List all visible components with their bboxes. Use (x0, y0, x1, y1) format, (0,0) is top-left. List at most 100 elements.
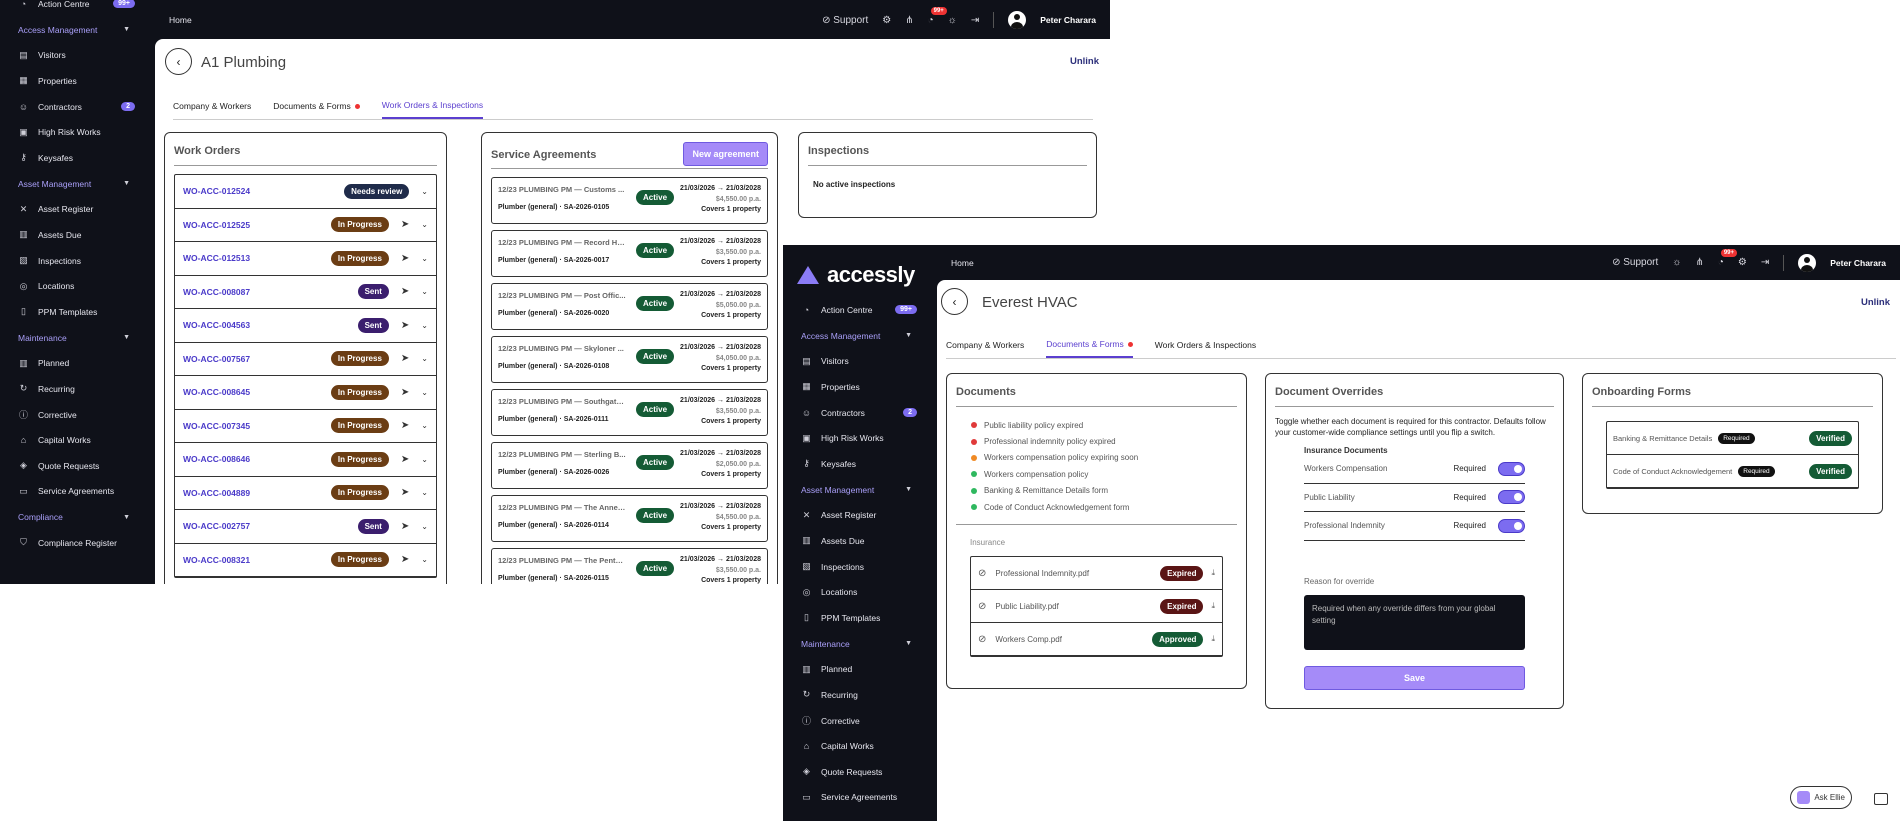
sun-icon[interactable]: ☼ (948, 15, 957, 26)
unlink-button[interactable]: Unlink (1861, 297, 1890, 308)
agreement-card[interactable]: 12/23 PLUMBING PM — Record Hq... Plumber … (491, 230, 768, 277)
chevron-down-icon[interactable]: ⌄ (421, 455, 428, 464)
agreement-card[interactable]: 12/23 PLUMBING PM — Sterling B... Plumber… (491, 442, 768, 489)
sidebar-item[interactable]: ▤ Visitors (783, 349, 937, 375)
bell-icon[interactable]: ◔ 99+ (1718, 249, 1738, 268)
chevron-down-icon[interactable]: ⌄ (421, 187, 428, 196)
user-name[interactable]: Peter Charara (1830, 258, 1886, 268)
agreement-card[interactable]: 12/23 PLUMBING PM — Southgate... Plumber … (491, 389, 768, 436)
file-row[interactable]: ⊘ Workers Comp.pdf Approved ⤓ (971, 623, 1222, 657)
file-row[interactable]: ⊘ Professional Indemnity.pdf Expired ⤓ (971, 557, 1222, 591)
sidebar-item[interactable]: ▯ PPM Templates (0, 299, 155, 325)
chevron-down-icon[interactable]: ⌄ (421, 421, 428, 430)
ask-ellie-button[interactable]: Ask Ellie (1790, 786, 1852, 809)
sidebar-item[interactable]: ☺ Contractors 2 (0, 94, 155, 120)
send-icon[interactable]: ➤ (401, 487, 409, 498)
sidebar-item[interactable]: ▥ Assets Due (0, 222, 155, 248)
sidebar-item[interactable]: ✕ Asset Register (0, 197, 155, 223)
chevron-down-icon[interactable]: ⌄ (421, 388, 428, 397)
gear-icon[interactable]: ⚙ (882, 15, 891, 26)
send-icon[interactable]: ➤ (401, 521, 409, 532)
work-order-row[interactable]: WO-ACC-007345 In Progress ➤ ⌄ (175, 410, 436, 443)
work-order-id[interactable]: WO-ACC-008087 (183, 287, 250, 297)
sidebar-item[interactable]: ◔ Action Centre 99+ (783, 297, 937, 323)
user-name[interactable]: Peter Charara (1040, 15, 1096, 25)
sidebar-item[interactable]: ◈ Quote Requests (783, 759, 937, 785)
sidebar-item[interactable]: ▦ Properties (783, 374, 937, 400)
send-icon[interactable]: ➤ (401, 387, 409, 398)
chevron-down-icon[interactable]: ⌄ (421, 555, 428, 564)
work-order-row[interactable]: WO-ACC-007567 In Progress ➤ ⌄ (175, 343, 436, 376)
sidebar-item[interactable]: ↻ Recurring (0, 376, 155, 402)
form-name[interactable]: Banking & Remittance Details (1613, 434, 1712, 443)
tab[interactable]: Company & Workers (946, 339, 1024, 358)
agreement-card[interactable]: 12/23 PLUMBING PM — Customs ... Plumber (… (491, 177, 768, 224)
sidebar-item[interactable]: ⌂ Capital Works (0, 427, 155, 453)
download-icon[interactable]: ⤓ (1211, 601, 1215, 611)
form-name[interactable]: Code of Conduct Acknowledgement (1613, 467, 1732, 476)
sidebar-section[interactable]: Compliance ▼ (0, 504, 155, 530)
agreement-card[interactable]: 12/23 PLUMBING PM — The Penth... Plumber … (491, 548, 768, 584)
sidebar-item[interactable]: ⛉ Compliance Register (0, 530, 155, 556)
sidebar-item[interactable]: ↻ Recurring (783, 682, 937, 708)
sidebar-section[interactable]: Asset Management ▼ (0, 171, 155, 197)
tab[interactable]: Company & Workers (173, 100, 251, 119)
logout-icon[interactable]: ⇥ (1761, 257, 1769, 268)
new-agreement-button[interactable]: New agreement (683, 142, 768, 166)
work-order-id[interactable]: WO-ACC-004889 (183, 488, 250, 498)
file-row[interactable]: ⊘ Public Liability.pdf Expired ⤓ (971, 590, 1222, 624)
back-button[interactable]: ‹ (941, 288, 968, 315)
work-order-row[interactable]: WO-ACC-012513 In Progress ➤ ⌄ (175, 242, 436, 276)
sidebar-item[interactable]: ▧ Inspections (783, 554, 937, 580)
chevron-down-icon[interactable]: ⌄ (421, 254, 428, 263)
work-order-id[interactable]: WO-ACC-008321 (183, 555, 250, 565)
chevron-down-icon[interactable]: ⌄ (421, 488, 428, 497)
agreement-card[interactable]: 12/23 PLUMBING PM — Post Offic... Plumber… (491, 283, 768, 330)
work-order-row[interactable]: WO-ACC-008321 In Progress ➤ ⌄ (175, 544, 436, 577)
download-icon[interactable]: ⤓ (1211, 568, 1215, 578)
work-order-row[interactable]: WO-ACC-008646 In Progress ➤ ⌄ (175, 443, 436, 477)
support-link[interactable]: ⊘ Support (1612, 257, 1658, 268)
send-icon[interactable]: ➤ (401, 253, 409, 264)
agreement-card[interactable]: 12/23 PLUMBING PM — Skyloner ... Plumber … (491, 336, 768, 383)
sidebar-item[interactable]: ▥ Planned (783, 657, 937, 683)
tab[interactable]: Work Orders & Inspections (1155, 339, 1256, 358)
sidebar-section[interactable]: Access Management ▼ (783, 323, 937, 349)
chevron-down-icon[interactable]: ⌄ (421, 220, 428, 229)
chevron-down-icon[interactable]: ⌄ (421, 522, 428, 531)
sidebar-item[interactable]: ⓘ Corrective (0, 402, 155, 428)
sidebar-item[interactable]: ▣ High Risk Works (0, 119, 155, 145)
reason-textarea[interactable]: Required when any override differs from … (1304, 594, 1525, 650)
tab[interactable]: Work Orders & Inspections (381, 100, 484, 119)
sidebar-item[interactable]: ⓘ Corrective (783, 708, 937, 734)
avatar[interactable] (1008, 11, 1027, 29)
sidebar-section[interactable]: Maintenance ▼ (783, 631, 937, 657)
work-order-row[interactable]: WO-ACC-012525 In Progress ➤ ⌄ (175, 209, 436, 242)
avatar[interactable] (1798, 253, 1817, 272)
work-order-id[interactable]: WO-ACC-012513 (183, 253, 250, 263)
sidebar-item[interactable]: ✕ Asset Register (783, 503, 937, 529)
work-order-row[interactable]: WO-ACC-004889 In Progress ➤ ⌄ (175, 477, 436, 510)
required-toggle[interactable] (1498, 461, 1525, 476)
work-order-row[interactable]: WO-ACC-008645 In Progress ➤ ⌄ (175, 376, 436, 410)
tab[interactable]: Documents & Forms (1046, 339, 1133, 358)
send-icon[interactable]: ➤ (401, 353, 409, 364)
required-toggle[interactable] (1498, 518, 1525, 533)
work-order-row[interactable]: WO-ACC-004563 Sent ➤ ⌄ (175, 309, 436, 343)
sidebar-item[interactable]: ◔ Action Centre 99+ (0, 0, 155, 17)
send-icon[interactable]: ➤ (401, 454, 409, 465)
chevron-down-icon[interactable]: ⌄ (421, 354, 428, 363)
logo[interactable]: accessly (783, 245, 937, 291)
sidebar-section[interactable]: Maintenance ▼ (0, 325, 155, 351)
sidebar-item[interactable]: ▧ Inspections (0, 248, 155, 274)
work-order-id[interactable]: WO-ACC-007567 (183, 354, 250, 364)
sidebar-item[interactable]: ⚷ Keysafes (783, 451, 937, 477)
save-button[interactable]: Save (1304, 665, 1525, 690)
chevron-down-icon[interactable]: ⌄ (421, 321, 428, 330)
sidebar-item[interactable]: ▥ Planned (0, 351, 155, 377)
sidebar-item[interactable]: ◎ Locations (0, 273, 155, 299)
agreement-card[interactable]: 12/23 PLUMBING PM — The Annex... Plumber … (491, 495, 768, 542)
gear-icon[interactable]: ⚙ (1738, 257, 1747, 268)
send-icon[interactable]: ➤ (401, 286, 409, 297)
sidebar-item[interactable]: ◈ Quote Requests (0, 453, 155, 479)
